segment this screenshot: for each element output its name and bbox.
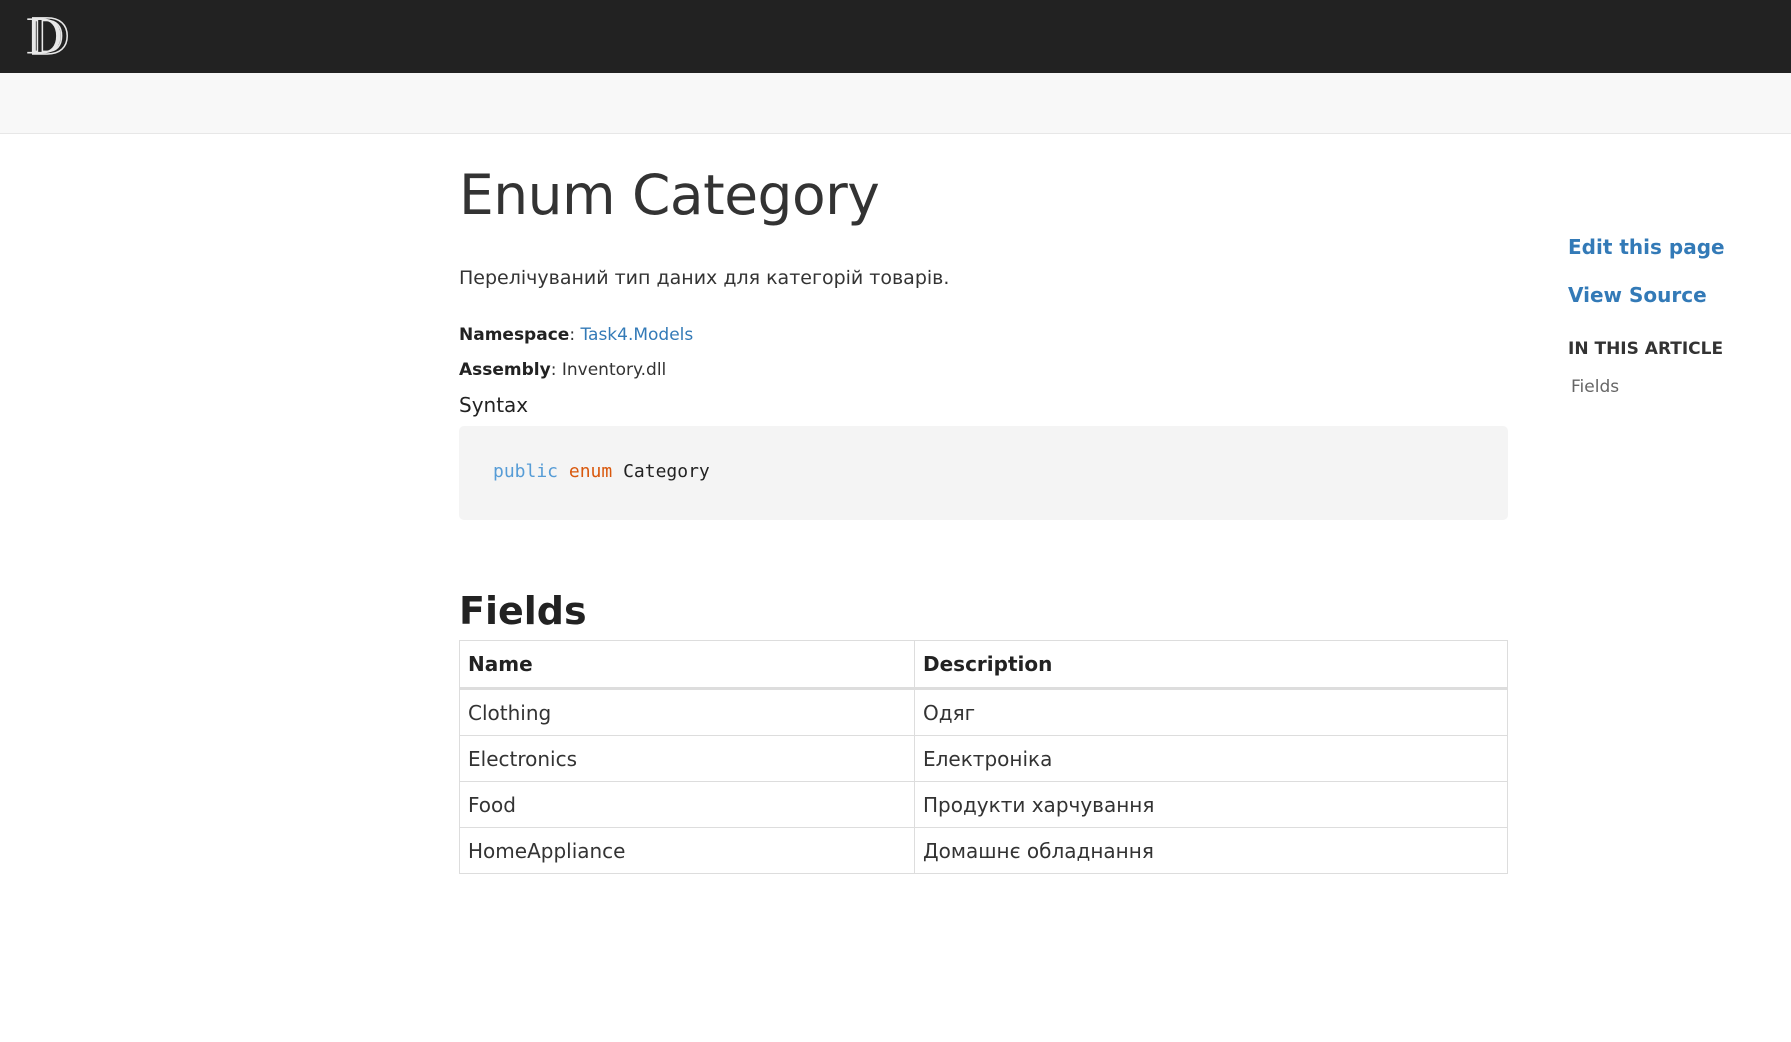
table-row: HomeAppliance Домашнє обладнання [459,827,1508,874]
article-summary: Перелічуваний тип даних для категорій то… [459,267,950,289]
in-this-article-heading: IN THIS ARTICLE [1568,339,1724,359]
syntax-heading: Syntax [459,393,529,417]
article-content: Enum Category Перелічуваний тип даних дл… [459,150,1508,874]
affix-sidebar: Edit this page View Source IN THIS ARTIC… [1568,232,1768,398]
table-row: Clothing Одяг [459,688,1508,736]
code-type-name: Category [623,461,710,482]
field-description-cell: Продукти харчування [914,781,1508,828]
namespace-link[interactable]: Task4.Models [580,325,693,345]
page-title: Enum Category [459,163,880,227]
assembly-line: Assembly: Inventory.dll [459,360,667,380]
docfx-logo-icon[interactable]: D D [24,10,80,62]
breadcrumb-bar [0,73,1791,134]
toc-item-fields[interactable]: Fields [1571,376,1768,398]
fields-table: Name Description Clothing Одяг Electroni… [459,640,1508,874]
assembly-value: Inventory.dll [561,360,667,380]
field-name-cell: HomeAppliance [459,827,915,874]
field-description-cell: Домашнє обладнання [914,827,1508,874]
view-source-link[interactable]: View Source [1568,280,1768,310]
field-name-cell: Food [459,781,915,828]
namespace-line: Namespace: Task4.Models [459,325,694,345]
field-name-cell: Electronics [459,735,915,782]
top-navbar: D D [0,0,1791,73]
field-description-cell: Електроніка [914,735,1508,782]
table-header-row: Name Description [459,640,1508,690]
field-description-cell: Одяг [914,688,1508,736]
fields-heading: Fields [459,589,587,633]
svg-text:D: D [30,10,70,62]
code-keyword-enum: enum [568,461,613,482]
table-row: Food Продукти харчування [459,781,1508,828]
namespace-label: Namespace [459,325,570,345]
field-name-cell: Clothing [459,688,915,736]
assembly-label: Assembly [459,360,551,380]
column-header-name: Name [459,640,915,690]
column-header-description: Description [914,640,1508,690]
table-row: Electronics Електроніка [459,735,1508,782]
edit-page-link[interactable]: Edit this page [1568,232,1768,262]
code-block: public enum Category [459,426,1508,520]
code-keyword-public: public [493,461,559,482]
